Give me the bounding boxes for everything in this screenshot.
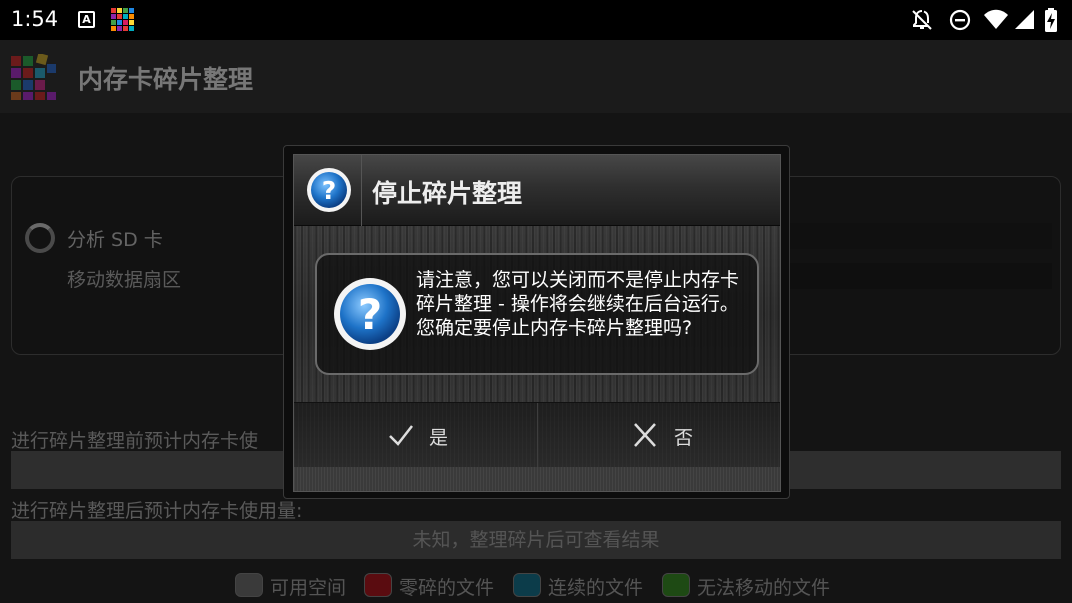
font-a-icon: A — [78, 11, 95, 28]
stop-defrag-dialog: ? 停止碎片整理 ? 请注意，您可以关闭而不是停止内存卡碎片整理 - 操作将会继… — [283, 145, 790, 499]
yes-button[interactable]: 是 — [294, 403, 537, 468]
dialog-title: 停止碎片整理 — [372, 179, 523, 208]
system-icons — [910, 8, 1060, 32]
battery-charging-icon — [1045, 8, 1057, 32]
legend-swatch — [662, 573, 690, 597]
dialog-button-bar: 是 否 — [294, 402, 780, 468]
message-box: ? 请注意，您可以关闭而不是停止内存卡碎片整理 - 操作将会继续在后台运行。您确… — [315, 253, 759, 375]
legend-label: 连续的文件 — [548, 577, 644, 599]
wifi-icon — [984, 9, 1008, 29]
progress-bar-secondary — [790, 263, 1052, 289]
legend-label: 可用空间 — [270, 577, 347, 599]
status-bar: 1:54 A — [0, 0, 1072, 40]
legend-swatch — [235, 573, 263, 597]
svg-text:?: ? — [358, 290, 382, 339]
question-icon: ? — [334, 278, 406, 350]
dialog-body: ? 请注意，您可以关闭而不是停止内存卡碎片整理 - 操作将会继续在后台运行。您确… — [294, 226, 780, 402]
usage-after-value: 未知，整理碎片后可查看结果 — [412, 529, 660, 551]
no-button-label: 否 — [674, 427, 694, 449]
usage-after-label: 进行碎片整理后预计内存卡使用量: — [11, 500, 303, 522]
do-not-disturb-icon — [949, 9, 971, 31]
app-logo-icon — [11, 54, 56, 100]
dialog-footer — [294, 467, 780, 491]
header-divider — [361, 155, 362, 226]
usage-after-bar: 未知，整理碎片后可查看结果 — [11, 521, 1061, 559]
legend-swatch — [513, 573, 541, 597]
notifications-off-icon — [912, 10, 932, 30]
svg-text:?: ? — [322, 176, 337, 205]
status-time: 1:54 — [11, 7, 59, 31]
checkmark-icon — [389, 425, 413, 446]
cell-signal-icon — [1015, 10, 1034, 29]
app-bar: 内存卡碎片整理 — [0, 40, 1072, 113]
legend-swatch — [364, 573, 392, 597]
analyze-title: 分析 SD 卡 — [67, 229, 163, 251]
color-grid-icon — [111, 8, 134, 31]
close-icon — [634, 423, 656, 447]
question-icon: ? — [307, 168, 351, 212]
dialog-message: 请注意，您可以关闭而不是停止内存卡碎片整理 - 操作将会继续在后台运行。您确定要… — [416, 269, 740, 339]
dialog-frame: ? 停止碎片整理 ? 请注意，您可以关闭而不是停止内存卡碎片整理 - 操作将会继… — [293, 154, 781, 492]
yes-button-label: 是 — [429, 427, 449, 449]
dialog-header: ? 停止碎片整理 — [294, 155, 780, 226]
progress-spinner — [25, 223, 55, 253]
progress-bar-primary — [790, 223, 1052, 249]
legend-label: 零碎的文件 — [399, 577, 495, 599]
usage-before-label: 进行碎片整理前预计内存卡使 — [11, 430, 259, 452]
legend-label: 无法移动的文件 — [697, 577, 831, 599]
app-title: 内存卡碎片整理 — [78, 65, 254, 94]
analyze-subtitle: 移动数据扇区 — [67, 269, 182, 291]
no-button[interactable]: 否 — [537, 403, 780, 468]
